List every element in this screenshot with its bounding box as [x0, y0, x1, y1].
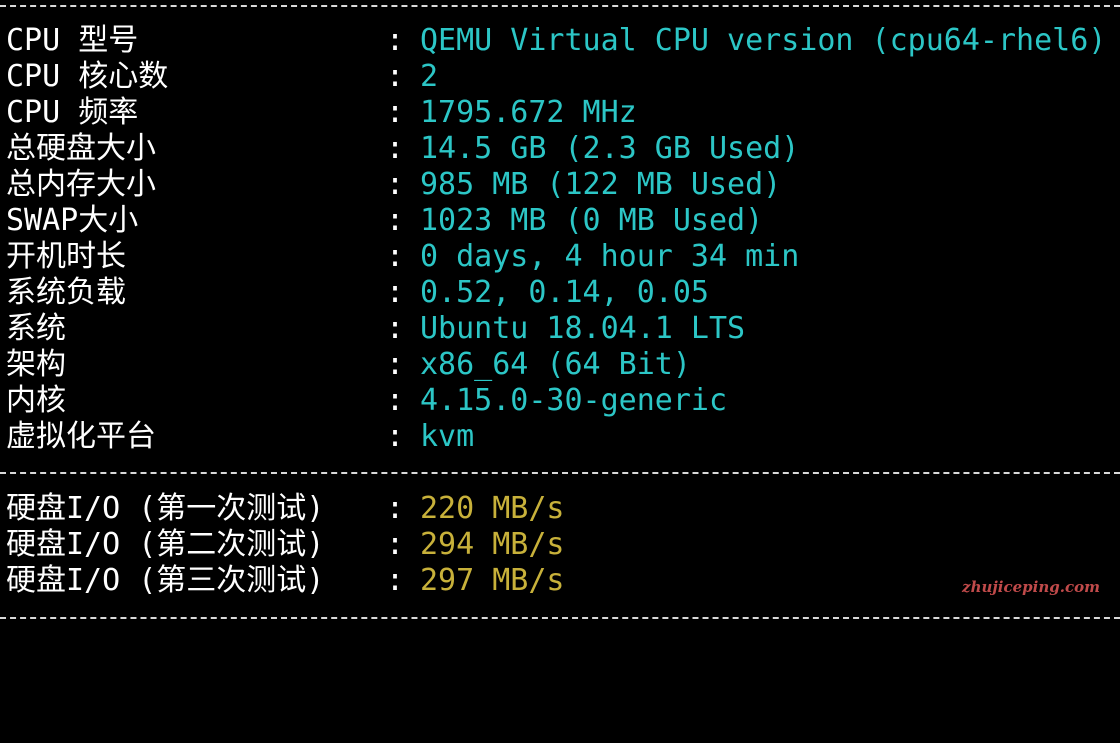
info-colon: :: [386, 347, 405, 382]
io-row-test-2: 硬盘I/O (第二次测试) : 294 MB/s: [6, 527, 565, 563]
info-row-uptime: 开机时长 : 0 days, 4 hour 34 min: [6, 239, 799, 275]
info-row-disk-size: 总硬盘大小 : 14.5 GB (2.3 GB Used): [6, 131, 799, 167]
io-value: 220 MB/s: [420, 491, 565, 526]
separator-bottom: [0, 617, 1120, 619]
info-row-os: 系统 : Ubuntu 18.04.1 LTS: [6, 311, 745, 347]
info-colon: :: [386, 167, 405, 202]
info-row-memory-size: 总内存大小 : 985 MB (122 MB Used): [6, 167, 781, 203]
info-row-swap-size: SWAP大小 : 1023 MB (0 MB Used): [6, 203, 763, 239]
io-colon: :: [386, 563, 405, 598]
io-label: 硬盘I/O (第一次测试): [6, 491, 325, 526]
info-row-architecture: 架构 : x86_64 (64 Bit): [6, 347, 691, 383]
io-row-test-1: 硬盘I/O (第一次测试) : 220 MB/s: [6, 491, 565, 527]
info-colon: :: [386, 383, 405, 418]
info-row-cpu-model: CPU 型号 : QEMU Virtual CPU version (cpu64…: [6, 23, 1106, 59]
info-value: x86_64 (64 Bit): [420, 347, 691, 382]
info-row-kernel: 内核 : 4.15.0-30-generic: [6, 383, 727, 419]
info-label: CPU 核心数: [6, 59, 169, 94]
info-value: 1795.672 MHz: [420, 95, 637, 130]
info-label: 架构: [6, 347, 66, 382]
info-label: 系统负载: [6, 275, 126, 310]
info-colon: :: [386, 275, 405, 310]
io-value: 294 MB/s: [420, 527, 565, 562]
info-colon: :: [386, 239, 405, 274]
info-row-cpu-cores: CPU 核心数 : 2: [6, 59, 438, 95]
io-value: 297 MB/s: [420, 563, 565, 598]
watermark: zhujiceping.com: [962, 578, 1100, 596]
info-value: Ubuntu 18.04.1 LTS: [420, 311, 746, 346]
info-value: 4.15.0-30-generic: [420, 383, 728, 418]
info-value: 1023 MB (0 MB Used): [420, 203, 764, 238]
separator-middle: [0, 472, 1120, 474]
info-label: SWAP大小: [6, 203, 139, 238]
separator-top: [0, 5, 1120, 7]
io-label: 硬盘I/O (第二次测试): [6, 527, 325, 562]
info-label: 总内存大小: [6, 167, 156, 202]
info-value: 0.52, 0.14, 0.05: [420, 275, 709, 310]
info-value: QEMU Virtual CPU version (cpu64-rhel6): [420, 23, 1107, 58]
info-value: 2: [420, 59, 439, 94]
info-colon: :: [386, 131, 405, 166]
info-row-virtualization: 虚拟化平台 : kvm: [6, 419, 474, 455]
info-value: 985 MB (122 MB Used): [420, 167, 782, 202]
info-label: 开机时长: [6, 239, 126, 274]
info-label: 虚拟化平台: [6, 419, 156, 454]
info-label: 系统: [6, 311, 66, 346]
info-row-load-average: 系统负载 : 0.52, 0.14, 0.05: [6, 275, 709, 311]
info-label: CPU 频率: [6, 95, 139, 130]
info-row-cpu-frequency: CPU 频率 : 1795.672 MHz: [6, 95, 637, 131]
info-colon: :: [386, 95, 405, 130]
info-colon: :: [386, 311, 405, 346]
info-colon: :: [386, 59, 405, 94]
info-value: 0 days, 4 hour 34 min: [420, 239, 800, 274]
info-value: 14.5 GB (2.3 GB Used): [420, 131, 800, 166]
info-label: 内核: [6, 383, 66, 418]
terminal-output: CPU 型号 : QEMU Virtual CPU version (cpu64…: [0, 0, 1120, 622]
io-colon: :: [386, 491, 405, 526]
info-label: CPU 型号: [6, 23, 139, 58]
info-label: 总硬盘大小: [6, 131, 156, 166]
info-value: kvm: [420, 419, 475, 454]
info-colon: :: [386, 419, 405, 454]
io-colon: :: [386, 527, 405, 562]
io-label: 硬盘I/O (第三次测试): [6, 563, 325, 598]
info-colon: :: [386, 23, 405, 58]
info-colon: :: [386, 203, 405, 238]
io-row-test-3: 硬盘I/O (第三次测试) : 297 MB/s: [6, 563, 565, 599]
